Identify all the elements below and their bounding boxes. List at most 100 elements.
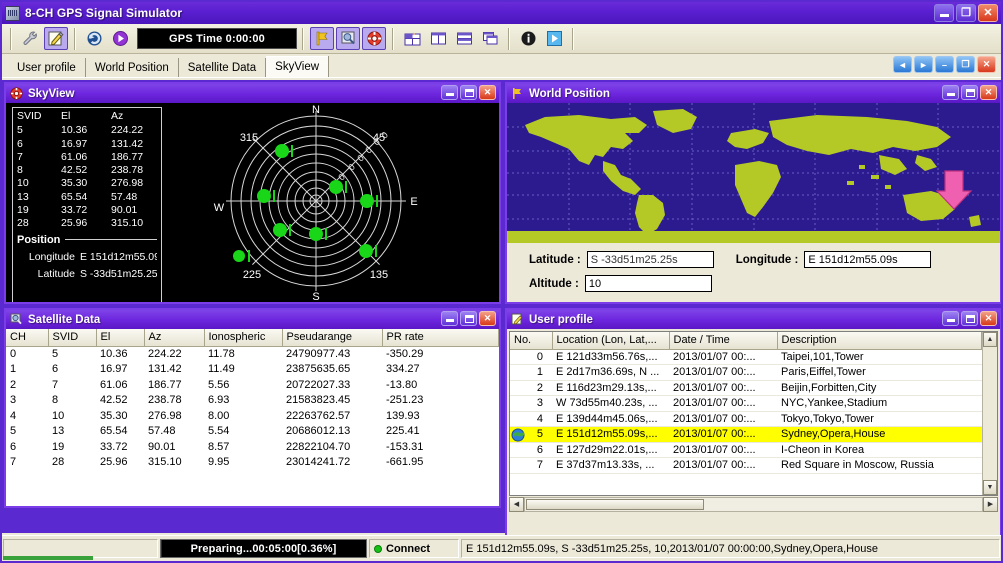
info-icon[interactable] xyxy=(516,27,540,50)
skyview-minimize-button[interactable] xyxy=(441,85,458,100)
table-row[interactable]: 0E 121d33m56.76s,... 2013/01/07 00:... Tai… xyxy=(510,349,982,365)
world-position-title-bar: World Position ✕ xyxy=(507,84,1000,103)
cascade-icon[interactable] xyxy=(478,27,502,50)
scroll-right-button[interactable]: ▶ xyxy=(983,496,998,512)
cell-location: E 2d17m36.69s, N ... xyxy=(552,364,669,381)
cell-el: 25.96 xyxy=(100,456,128,469)
col-svid[interactable]: SVID xyxy=(48,329,97,347)
mdi-restore-button[interactable]: ❐ xyxy=(956,56,975,73)
col-pr-rate[interactable]: PR rate xyxy=(382,329,499,347)
cell-az: 315.10 xyxy=(148,456,182,469)
horizontal-scroll-thumb[interactable] xyxy=(526,498,704,510)
tab-user-profile[interactable]: User profile xyxy=(8,58,86,77)
play-circle-icon[interactable] xyxy=(108,27,132,50)
user-profile-window-controls: ✕ xyxy=(942,311,997,326)
cell-description: Paris,Eiffel,Tower xyxy=(777,364,982,381)
col-pseudarange[interactable]: Pseudarange xyxy=(282,329,383,347)
user-profile-maximize-button[interactable] xyxy=(961,311,978,326)
col-ch[interactable]: CH xyxy=(6,329,49,347)
tab-satellite-data[interactable]: Satellite Data xyxy=(179,58,267,77)
table-row: 28 25.96 315.10 xyxy=(17,217,157,230)
window-close-button[interactable]: ✕ xyxy=(978,4,998,22)
satellite-data-body[interactable]: CH SVID El Az Ionospheric Pseudarange PR… xyxy=(6,329,499,506)
status-accent-strip xyxy=(3,556,93,560)
cell-no: 3 xyxy=(510,395,552,412)
table-row: 0 5 10.36 224.22 11.78 24790977.43 -350.29 xyxy=(6,346,499,362)
table-row[interactable]: 1E 2d17m36.69s, N ... 2013/01/07 00:... Pa… xyxy=(510,364,982,381)
satellite-data-maximize-button[interactable] xyxy=(460,311,477,326)
window-restore-button[interactable]: ❐ xyxy=(956,4,976,22)
lifebuoy-icon[interactable] xyxy=(362,27,386,50)
table-row: 4 10 35.30 276.98 8.00 22263762.57 139.93 xyxy=(6,408,499,424)
table-row[interactable]: 2E 116d23m29.13s,... 2013/01/07 00:... Bei… xyxy=(510,380,982,396)
satellite-data-minimize-button[interactable] xyxy=(441,311,458,326)
altitude-input[interactable]: 10 xyxy=(584,275,712,292)
horizontal-scroll-track[interactable] xyxy=(524,496,983,512)
scroll-down-button[interactable]: ▼ xyxy=(983,480,997,495)
table-row: 13 65.54 57.48 xyxy=(17,191,157,204)
mdi-minimize-button[interactable]: – xyxy=(935,56,954,73)
cell-el: 42.52 xyxy=(100,394,128,407)
cell-el: 42.52 xyxy=(61,164,88,177)
refresh-icon[interactable] xyxy=(82,27,106,50)
horizontal-scrollbar[interactable]: ◀ ▶ xyxy=(509,496,998,512)
mdi-close-button[interactable]: ✕ xyxy=(977,56,996,73)
mdi-next-button[interactable]: ► xyxy=(914,56,933,73)
wrench-icon[interactable] xyxy=(18,27,42,50)
col-location[interactable]: Location (Lon, Lat,... xyxy=(552,332,670,350)
skyview-close-button[interactable]: ✕ xyxy=(479,85,496,100)
edit-profile-icon[interactable] xyxy=(44,27,68,50)
col-el[interactable]: El xyxy=(96,329,145,347)
tab-world-position[interactable]: World Position xyxy=(86,58,179,77)
skyview-satellite-list: SVID El Az 5 10.36 224.22 6 16.97 131.42 7 61… xyxy=(12,107,162,302)
tile-horizontal-icon[interactable] xyxy=(452,27,476,50)
col-ionospheric[interactable]: Ionospheric xyxy=(204,329,283,347)
table-row-selected[interactable]: 5 E 151d12m55.09s,... 2013/01/07 00:... … xyxy=(510,426,982,443)
scroll-up-button[interactable]: ▲ xyxy=(983,332,997,347)
flag-icon[interactable] xyxy=(310,27,334,50)
table-row[interactable]: 7E 37d37m13.33s, ... 2013/01/07 00:... Red… xyxy=(510,457,982,474)
cell-svid: 5 xyxy=(52,348,59,360)
col-az[interactable]: Az xyxy=(144,329,205,347)
tab-skyview[interactable]: SkyView xyxy=(266,56,330,77)
application-window: 8-CH GPS Signal Simulator ❐ ✕ GPS Time 0… xyxy=(0,0,1003,563)
next-icon[interactable] xyxy=(542,27,566,50)
table-row[interactable]: 4E 139d44m45.06s,... 2013/01/07 00:... Tok… xyxy=(510,411,982,427)
longitude-input[interactable]: E 151d12m55.09s xyxy=(804,251,932,268)
world-map[interactable] xyxy=(507,103,1000,243)
window-minimize-button[interactable] xyxy=(934,4,954,22)
table-row[interactable]: 6E 127d29m22.01s,... 2013/01/07 00:... I-C… xyxy=(510,442,982,458)
table-row[interactable]: 3W 73d55m40.23s, ... 2013/01/07 00:... NYC… xyxy=(510,395,982,412)
compass-n: N xyxy=(312,104,320,116)
progress-indicator: Preparing...00:05:00[0.36%] xyxy=(160,539,367,558)
world-position-minimize-button[interactable] xyxy=(942,85,959,100)
scroll-left-button[interactable]: ◀ xyxy=(509,496,524,512)
world-position-close-button[interactable]: ✕ xyxy=(980,85,997,100)
user-profile-close-button[interactable]: ✕ xyxy=(980,311,997,326)
mdi-prev-button[interactable]: ◄ xyxy=(893,56,912,73)
col-datetime[interactable]: Date / Time xyxy=(669,332,778,350)
latitude-input[interactable]: S -33d51m25.25s xyxy=(586,251,714,268)
cell-ch: 3 xyxy=(10,394,17,407)
vertical-scrollbar[interactable]: ▲ ▼ xyxy=(982,332,997,495)
table-row: 2 7 61.06 186.77 5.56 20722027.33 -13.80 xyxy=(6,377,499,393)
user-profile-minimize-button[interactable] xyxy=(942,311,959,326)
tile-vertical-icon[interactable] xyxy=(426,27,450,50)
skyview-body: SVID El Az 5 10.36 224.22 6 16.97 131.42 7 61… xyxy=(6,103,499,302)
col-no[interactable]: No. xyxy=(510,332,553,350)
globe-icon xyxy=(511,428,525,442)
tile-grid-icon[interactable] xyxy=(400,27,424,50)
skyview-table: SVID El Az 5 10.36 224.22 6 16.97 131.42 7 61… xyxy=(17,110,157,231)
cell-el: 61.06 xyxy=(100,378,128,391)
toolbar-separator xyxy=(572,27,574,50)
world-position-maximize-button[interactable] xyxy=(961,85,978,100)
cell-el: 16.97 xyxy=(61,137,88,150)
cell-ch: 6 xyxy=(10,440,17,453)
compass-s: S xyxy=(312,291,319,302)
cell-ch: 2 xyxy=(10,378,17,391)
user-profile-table: No. Location (Lon, Lat,... Date / Time D… xyxy=(510,332,982,474)
col-description[interactable]: Description xyxy=(777,332,982,350)
satellite-data-close-button[interactable]: ✕ xyxy=(479,311,496,326)
skyview-maximize-button[interactable] xyxy=(460,85,477,100)
satellite-search-icon[interactable] xyxy=(336,27,360,50)
